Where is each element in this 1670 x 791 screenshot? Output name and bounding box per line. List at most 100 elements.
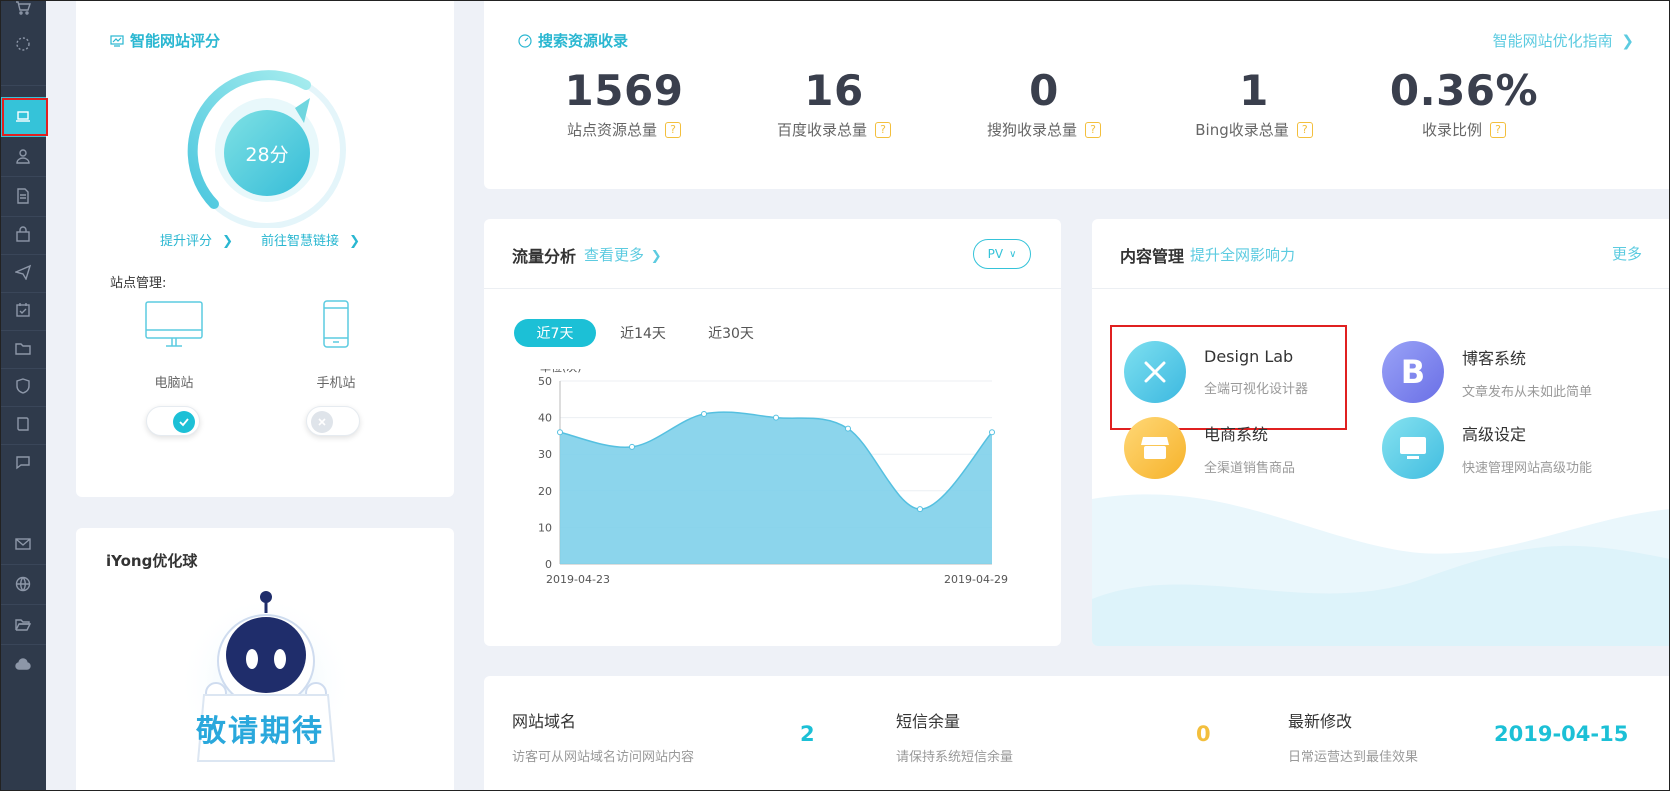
data-point <box>845 425 851 432</box>
score-value: 28分 <box>224 110 310 196</box>
sidebar-item-send[interactable] <box>0 252 46 292</box>
content-card-title: 内容管理 <box>1120 247 1185 266</box>
shield-icon <box>16 378 30 394</box>
module-blog[interactable]: B 博客系统 文章发布从未如此简单 <box>1382 341 1592 403</box>
mobile-site-toggle[interactable] <box>306 406 360 436</box>
letter-b-icon: B <box>1382 341 1444 403</box>
sidebar-item-book[interactable] <box>0 404 46 444</box>
calendar-check-icon <box>16 303 30 317</box>
document-icon <box>17 188 29 204</box>
improve-score-link[interactable]: 提升评分 ❯ <box>160 230 233 249</box>
pc-site[interactable]: 电脑站 <box>144 300 204 391</box>
domain-count[interactable]: 2 <box>800 722 815 746</box>
chevron-down-icon: ∨ <box>1009 248 1017 260</box>
sidebar-item-document[interactable] <box>0 176 46 216</box>
sidebar-item-folder[interactable] <box>0 328 46 368</box>
monitor-icon <box>1382 417 1444 479</box>
gauge-icon <box>518 33 532 48</box>
search-card-title: 搜索资源收录 <box>518 30 628 51</box>
book-icon <box>17 417 29 431</box>
sidebar-item-calendar[interactable] <box>0 290 46 330</box>
chevron-right-icon: ❯ <box>349 234 361 249</box>
module-ecommerce[interactable]: 电商系统 全渠道销售商品 <box>1124 417 1295 479</box>
chevron-right-icon: ❯ <box>650 249 662 264</box>
tab-7-days[interactable]: 近7天 <box>514 319 596 347</box>
data-point <box>701 410 707 417</box>
y-tick-label: 10 <box>538 521 552 534</box>
sidebar-item-shop[interactable] <box>0 214 46 254</box>
help-icon[interactable]: ? <box>1296 121 1313 138</box>
data-point <box>989 429 995 436</box>
last-modified-date[interactable]: 2019-04-15 <box>1494 722 1628 746</box>
close-icon <box>311 411 333 433</box>
y-tick-label: 20 <box>538 485 552 498</box>
user-icon <box>16 149 30 164</box>
sms-balance[interactable]: 0 <box>1196 722 1211 746</box>
more-link[interactable]: 更多 <box>1612 243 1642 264</box>
sidebar-item-loading[interactable] <box>0 24 46 64</box>
domain-info: 网站域名 访客可从网站域名访问网站内容 <box>512 712 695 765</box>
sidebar-item-mail[interactable] <box>0 524 46 564</box>
sidebar-item-user[interactable] <box>0 136 46 176</box>
cart-icon <box>16 1 31 15</box>
pv-dropdown[interactable]: PV ∨ <box>973 239 1031 269</box>
help-icon[interactable]: ? <box>1490 121 1506 138</box>
tab-30-days[interactable]: 近30天 <box>690 319 772 347</box>
phone-icon <box>323 300 349 348</box>
paper-plane-icon <box>15 264 31 280</box>
folder-icon <box>15 343 31 355</box>
website-score-card: 智能网站评分 28分 提升评分 ❯ 前往智慧链接 ❯ 站点管理: 电脑站 手机站 <box>76 0 454 497</box>
content-management-card: 内容管理 提升全网影响力 更多 Design Lab 全端可视化设计器 B 博客… <box>1092 219 1670 646</box>
module-advanced-settings[interactable]: 高级设定 快速管理网站高级功能 <box>1382 417 1592 479</box>
sidebar-item-globe[interactable] <box>0 564 46 604</box>
cloud-icon <box>15 658 31 670</box>
chat-icon <box>16 456 30 470</box>
bag-icon <box>16 226 30 242</box>
chevron-right-icon: ❯ <box>222 234 234 249</box>
view-more-link[interactable]: 查看更多 ❯ <box>584 244 662 265</box>
site-info-card: 网站域名 访客可从网站域名访问网站内容 2 短信余量 请保持系统短信余量 0 最… <box>484 676 1670 791</box>
pc-site-toggle[interactable] <box>146 406 200 436</box>
date-range-tabs: 近7天 近14天 近30天 <box>514 319 772 347</box>
y-tick-label: 50 <box>538 375 552 388</box>
content-card-header: 内容管理 提升全网影响力 更多 <box>1092 219 1670 289</box>
data-point <box>629 443 635 450</box>
optimization-guide-link[interactable]: 智能网站优化指南 ❯ <box>1493 30 1634 51</box>
traffic-chart: 单位(次) 0 10 20 30 40 50 2019-04-23 2019-04-29 <box>538 369 1008 586</box>
y-tick-label: 30 <box>538 448 552 461</box>
sidebar-item-cloud[interactable] <box>0 644 46 684</box>
coming-soon-text: 敬请期待 <box>196 714 324 749</box>
sidebar-item-security[interactable] <box>0 366 46 406</box>
influence-link[interactable]: 提升全网影响力 <box>1190 244 1295 265</box>
modified-info: 最新修改 日常运营达到最佳效果 <box>1288 712 1419 765</box>
x-tick-label: 2019-04-29 <box>944 573 1008 586</box>
metric-bing-index: 1 Bing收录总量? <box>1144 66 1364 140</box>
loading-icon <box>16 37 30 51</box>
help-icon[interactable]: ? <box>665 121 681 138</box>
help-icon[interactable]: ? <box>1085 121 1101 138</box>
traffic-card-title: 流量分析 <box>512 247 577 266</box>
design-lab-highlight <box>1110 325 1347 430</box>
sms-info: 短信余量 请保持系统短信余量 <box>896 712 1014 765</box>
help-icon[interactable]: ? <box>875 121 891 138</box>
robot-mascot-icon <box>178 591 354 771</box>
metric-index-ratio: 0.36% 收录比例? <box>1389 66 1539 139</box>
y-axis-unit-label: 单位(次) <box>540 369 582 374</box>
metric-sogou-index: 0 搜狗收录总量? <box>934 66 1154 140</box>
monitor-chart-icon <box>110 34 124 47</box>
mobile-site[interactable]: 手机站 <box>306 300 366 391</box>
score-card-title: 智能网站评分 <box>110 30 220 51</box>
sidebar <box>0 0 48 791</box>
search-resource-card: 搜索资源收录 智能网站优化指南 ❯ 1569 站点资源总量? 16 百度收录总量… <box>484 0 1670 189</box>
y-tick-label: 40 <box>538 412 552 425</box>
data-point <box>773 414 779 421</box>
smart-link-link[interactable]: 前往智慧链接 ❯ <box>261 230 360 249</box>
metric-site-resources: 1569 站点资源总量? <box>564 66 684 139</box>
desktop-icon <box>145 301 203 347</box>
sidebar-item-files[interactable] <box>0 604 46 644</box>
tab-14-days[interactable]: 近14天 <box>602 319 684 347</box>
sidebar-item-chat[interactable] <box>0 442 46 482</box>
site-management-label: 站点管理: <box>110 276 167 291</box>
traffic-card-header: 流量分析 查看更多 ❯ PV ∨ <box>484 219 1061 289</box>
mail-icon <box>15 538 31 550</box>
